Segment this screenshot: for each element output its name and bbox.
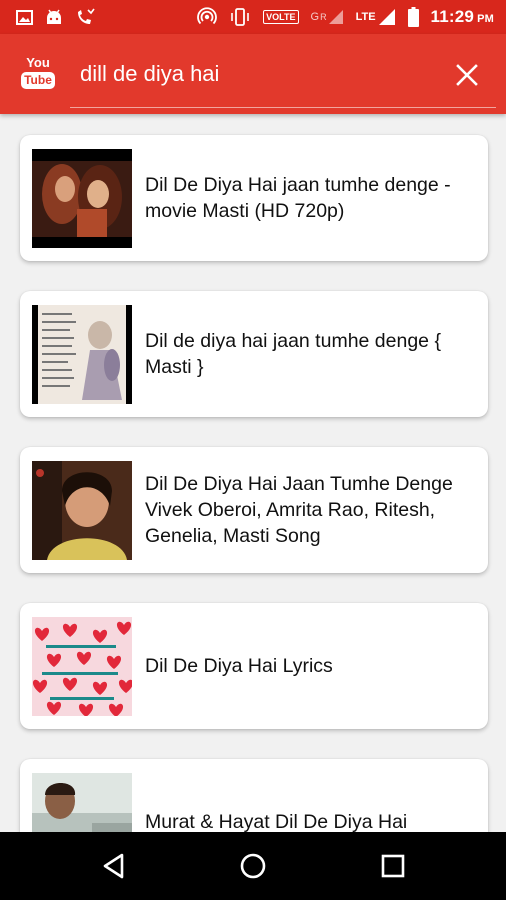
youtube-logo: You Tube [21, 55, 55, 94]
video-thumbnail [32, 461, 132, 560]
home-button[interactable] [233, 846, 273, 886]
video-title: Dil de diya hai jaan tumhe denge { Masti… [145, 330, 441, 378]
image-icon [16, 9, 33, 25]
volte-badge: VOLTE [263, 10, 299, 24]
missed-call-icon [75, 8, 95, 26]
search-input[interactable] [80, 58, 400, 90]
video-result-card[interactable]: Dil De Diya Hai Lyrics [20, 603, 488, 729]
video-result-card[interactable]: Dil de diya hai jaan tumhe denge { Masti… [20, 291, 488, 417]
status-right: VOLTE G R LTE 11:29 PM [197, 7, 494, 27]
status-left [16, 8, 95, 26]
video-thumbnail [32, 617, 132, 716]
navigation-bar [0, 832, 506, 900]
search-underline [70, 107, 496, 108]
video-title: Murat & Hayat Dil De Diya Hai [145, 811, 408, 832]
vibrate-icon [229, 7, 251, 27]
logo-you: You [26, 55, 50, 70]
sim2-signal-icon: G R [311, 9, 344, 25]
video-result-card[interactable]: Dil De Diya Hai Jaan Tumhe Denge Vivek O… [20, 447, 488, 573]
video-title: Dil De Diya Hai Jaan Tumhe Denge Vivek O… [145, 473, 453, 547]
recents-icon [381, 854, 405, 878]
video-thumbnail [32, 305, 132, 404]
close-icon [456, 64, 478, 86]
recents-button[interactable] [373, 846, 413, 886]
video-title: Dil De Diya Hai Lyrics [145, 655, 333, 677]
roaming-marker: R [320, 12, 327, 22]
app-bar: You Tube [0, 34, 506, 114]
close-search-button[interactable] [448, 56, 486, 94]
video-result-card[interactable]: Murat & Hayat Dil De Diya Hai [20, 759, 488, 832]
video-thumbnail [32, 773, 132, 832]
results-list[interactable]: Dil De Diya Hai jaan tumhe denge -movie … [0, 114, 506, 832]
sim2-marker: G [310, 11, 320, 23]
clock-time: 11:29 [430, 7, 475, 26]
logo-tube: Tube [21, 72, 55, 89]
clock-ampm: PM [477, 13, 494, 25]
video-title: Dil De Diya Hai jaan tumhe denge -movie … [145, 174, 451, 222]
hotspot-icon [197, 7, 218, 27]
battery-icon [407, 7, 419, 27]
video-thumbnail [32, 149, 132, 248]
signal-icon: LTE [356, 8, 396, 26]
back-icon [103, 853, 124, 879]
video-result-card[interactable]: Dil De Diya Hai jaan tumhe denge -movie … [20, 135, 488, 261]
home-icon [240, 853, 266, 879]
clock: 11:29 PM [431, 7, 494, 27]
lte-label: LTE [355, 10, 376, 23]
back-button[interactable] [94, 846, 134, 886]
android-icon [45, 9, 63, 25]
status-bar: VOLTE G R LTE 11:29 PM [0, 0, 506, 34]
